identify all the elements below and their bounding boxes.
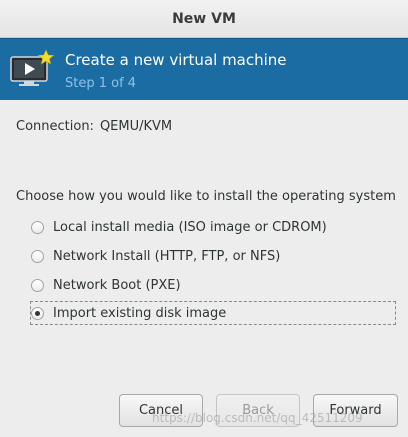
option-local-install-media[interactable]: Local install media (ISO image or CDROM)	[31, 216, 327, 238]
watermark: https://blog.csdn.net/qq_42511209	[152, 411, 363, 425]
option-label: Import existing disk image	[53, 305, 227, 321]
install-method-prompt: Choose how you would like to install the…	[16, 189, 396, 204]
connection-label: Connection:	[16, 119, 94, 134]
connection-row: Connection: QEMU/KVM	[16, 119, 172, 134]
radio-button[interactable]	[31, 249, 44, 263]
connection-value: QEMU/KVM	[99, 119, 173, 134]
radio-button-selected[interactable]	[31, 306, 44, 320]
banner-title: Create a new virtual machine	[65, 51, 287, 69]
option-import-disk-image[interactable]: Import existing disk image	[30, 301, 396, 325]
window-title: New VM	[172, 10, 236, 27]
radio-button[interactable]	[31, 220, 44, 234]
radio-button[interactable]	[31, 278, 44, 292]
option-label: Local install media (ISO image or CDROM)	[53, 219, 327, 235]
option-label: Network Install (HTTP, FTP, or NFS)	[53, 248, 281, 264]
option-network-boot[interactable]: Network Boot (PXE)	[31, 274, 181, 296]
wizard-banner: Create a new virtual machine Step 1 of 4	[0, 38, 408, 100]
option-network-install[interactable]: Network Install (HTTP, FTP, or NFS)	[31, 245, 280, 267]
window-titlebar: New VM	[0, 0, 408, 38]
banner-step: Step 1 of 4	[65, 76, 137, 91]
monitor-with-star-icon	[10, 49, 55, 89]
option-label: Network Boot (PXE)	[53, 277, 181, 293]
